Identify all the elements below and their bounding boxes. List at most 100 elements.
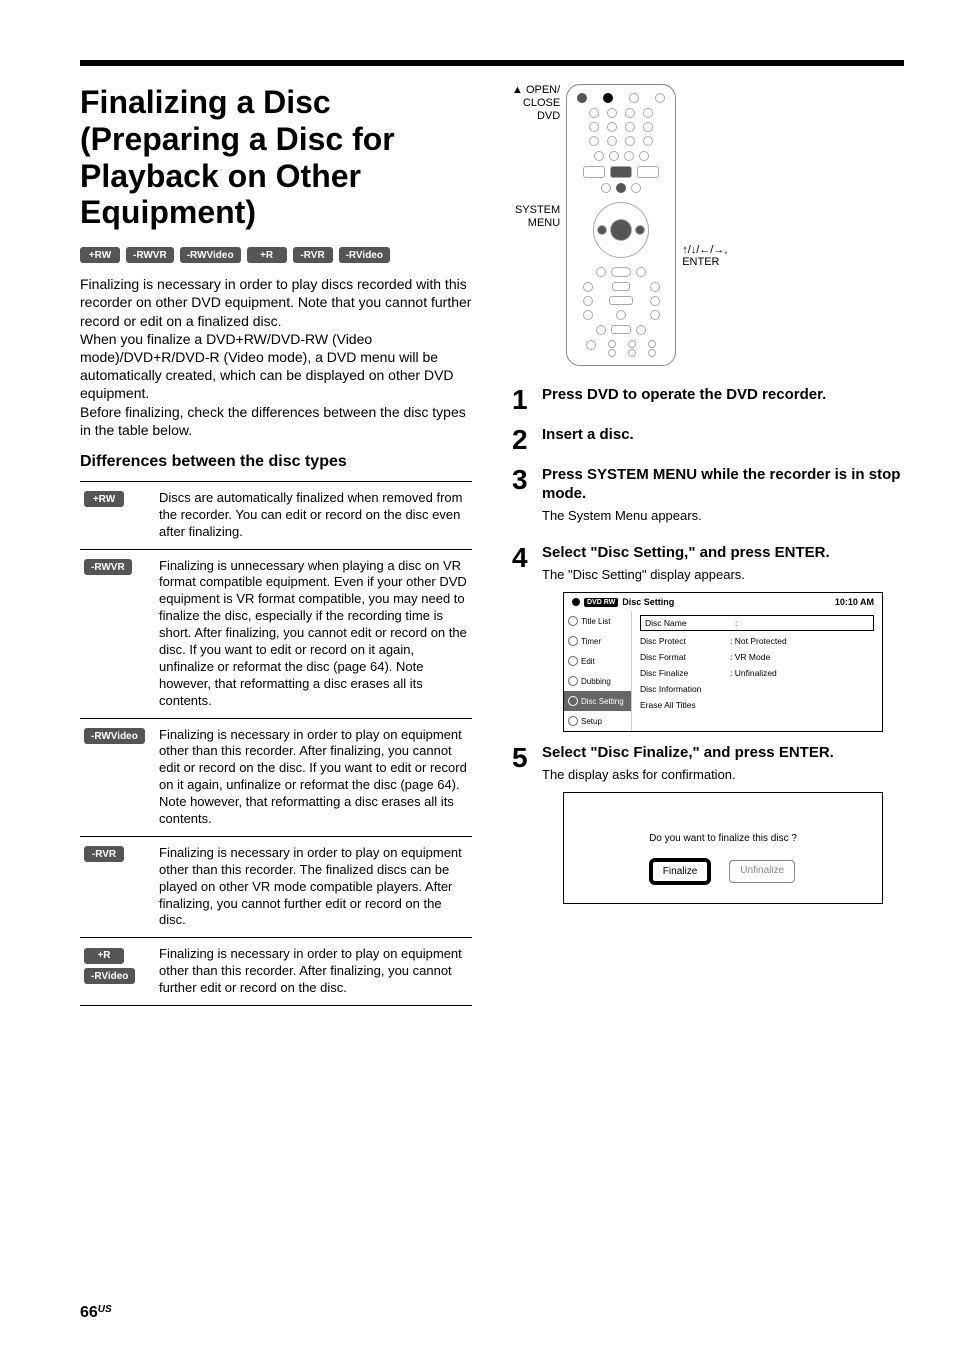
table-row: +RW Discs are automatically finalized wh… <box>80 481 472 549</box>
table-cell-text: Finalizing is unnecessary when playing a… <box>155 549 472 718</box>
remote-button-icon <box>586 340 596 350</box>
step-4: 4 Select "Disc Setting," and press ENTER… <box>512 544 904 732</box>
dubbing-icon <box>568 676 578 686</box>
badge-minus-rvideo: -RVideo <box>339 247 390 263</box>
badge-minus-rwvr: -RWVR <box>84 559 132 575</box>
remote-button-icon <box>583 296 593 306</box>
sidebar-item-edit[interactable]: Edit <box>564 651 631 671</box>
remote-button-icon <box>628 340 636 348</box>
sidebar-item-timer[interactable]: Timer <box>564 631 631 651</box>
remote-num-icon <box>607 136 617 146</box>
badge-plus-rw: +RW <box>80 247 120 263</box>
step-sub: The display asks for confirmation. <box>542 767 904 784</box>
remote-button-icon <box>594 151 604 161</box>
remote-button-icon <box>616 310 626 320</box>
arrows-enter-label: ↑/↓/←/→, ENTER <box>682 244 727 268</box>
disc-setting-icon <box>568 696 578 706</box>
remote-button-icon <box>636 267 646 277</box>
remote-button-icon <box>636 325 646 335</box>
step-number: 5 <box>512 744 532 904</box>
sidebar-item-title-list[interactable]: Title List <box>564 611 631 631</box>
remote-button-icon <box>629 93 639 103</box>
remote-button-icon <box>609 151 619 161</box>
step-head: Select "Disc Setting," and press ENTER. <box>542 544 904 563</box>
unfinalize-button[interactable]: Unfinalize <box>729 860 795 883</box>
remote-num-icon <box>643 136 653 146</box>
setting-row-erase-all[interactable]: Erase All Titles <box>640 697 874 713</box>
remote-button-icon <box>639 151 649 161</box>
remote-button-icon <box>577 93 587 103</box>
disc-type-table: +RW Discs are automatically finalized wh… <box>80 481 472 1006</box>
badge-minus-rwvideo: -RWVideo <box>180 247 241 263</box>
step-sub: The System Menu appears. <box>542 508 904 525</box>
title-list-icon <box>568 616 578 626</box>
remote-outline <box>566 84 676 366</box>
intro-paragraph: Finalizing is necessary in order to play… <box>80 275 472 439</box>
step-2: 2 Insert a disc. <box>512 426 904 454</box>
table-cell-text: Finalizing is necessary in order to play… <box>155 836 472 937</box>
table-cell-text: Finalizing is necessary in order to play… <box>155 718 472 836</box>
remote-button-icon <box>637 166 659 178</box>
sidebar: Title List Timer Edit Dubbing Disc Setti… <box>564 611 632 731</box>
setting-row-disc-information[interactable]: Disc Information <box>640 681 874 697</box>
remote-button-icon <box>583 282 593 292</box>
step-number: 4 <box>512 544 532 732</box>
step-1: 1 Press DVD to operate the DVD recorder. <box>512 386 904 414</box>
badge-minus-rwvideo: -RWVideo <box>84 728 145 744</box>
finalize-button[interactable]: Finalize <box>651 860 709 883</box>
remote-button-icon <box>650 296 660 306</box>
remote-button-icon <box>609 296 633 305</box>
setting-row-disc-finalize[interactable]: Disc FinalizeUnfinalized <box>640 665 874 681</box>
step-head: Press SYSTEM MENU while the recorder is … <box>542 466 904 504</box>
table-row: +R -RVideo Finalizing is necessary in or… <box>80 938 472 1006</box>
step-head: Insert a disc. <box>542 426 904 445</box>
remote-num-icon <box>589 122 599 132</box>
table-cell-text: Discs are automatically finalized when r… <box>155 481 472 549</box>
eject-icon: ▲ <box>512 84 523 96</box>
remote-button-icon <box>628 349 636 357</box>
step-number: 2 <box>512 426 532 454</box>
disc-setting-main: Disc Name Disc ProtectNot Protected Disc… <box>632 611 882 731</box>
finalize-dialog: Do you want to finalize this disc ? Fina… <box>563 792 883 904</box>
disc-setting-screen: DVD RW Disc Setting 10:10 AM Title List … <box>563 592 883 732</box>
setup-icon <box>568 716 578 726</box>
remote-num-icon <box>625 108 635 118</box>
step-number: 3 <box>512 466 532 532</box>
table-row: -RWVR Finalizing is unnecessary when pla… <box>80 549 472 718</box>
remote-button-icon <box>611 267 631 277</box>
remote-num-icon <box>643 108 653 118</box>
remote-button-icon <box>583 310 593 320</box>
remote-dpad-icon <box>593 202 649 258</box>
remote-button-icon <box>596 267 606 277</box>
dpad-left-icon <box>597 225 607 235</box>
setting-row-disc-format[interactable]: Disc FormatVR Mode <box>640 649 874 665</box>
remote-num-icon <box>589 136 599 146</box>
remote-diagram: ▲ OPEN/ CLOSE DVD SYSTEM MENU <box>512 84 904 366</box>
remote-button-icon <box>648 340 656 348</box>
setting-row-disc-protect[interactable]: Disc ProtectNot Protected <box>640 633 874 649</box>
disc-type-badges: +RW -RWVR -RWVideo +R -RVR -RVideo <box>80 247 472 263</box>
remote-button-icon <box>631 183 641 193</box>
remote-button-icon <box>608 340 616 348</box>
table-row: -RVR Finalizing is necessary in order to… <box>80 836 472 937</box>
step-head: Select "Disc Finalize," and press ENTER. <box>542 744 904 763</box>
remote-num-icon <box>607 108 617 118</box>
sidebar-item-disc-setting[interactable]: Disc Setting <box>564 691 631 711</box>
remote-button-icon <box>624 151 634 161</box>
remote-button-icon <box>612 282 630 291</box>
setting-row-disc-name[interactable]: Disc Name <box>640 615 874 631</box>
step-head: Press DVD to operate the DVD recorder. <box>542 386 904 405</box>
badge-minus-rvideo: -RVideo <box>84 968 135 984</box>
sidebar-item-dubbing[interactable]: Dubbing <box>564 671 631 691</box>
remote-button-icon <box>596 325 606 335</box>
edit-icon <box>568 656 578 666</box>
remote-system-menu-button-icon <box>610 166 632 178</box>
sidebar-item-setup[interactable]: Setup <box>564 711 631 731</box>
page-number: 66US <box>80 1304 112 1322</box>
step-5: 5 Select "Disc Finalize," and press ENTE… <box>512 744 904 904</box>
remote-button-icon <box>648 349 656 357</box>
system-menu-label: SYSTEM MENU <box>515 204 560 229</box>
step-sub: The "Disc Setting" display appears. <box>542 567 904 584</box>
remote-button-icon <box>655 93 665 103</box>
open-close-label: OPEN/ CLOSE <box>523 84 560 109</box>
